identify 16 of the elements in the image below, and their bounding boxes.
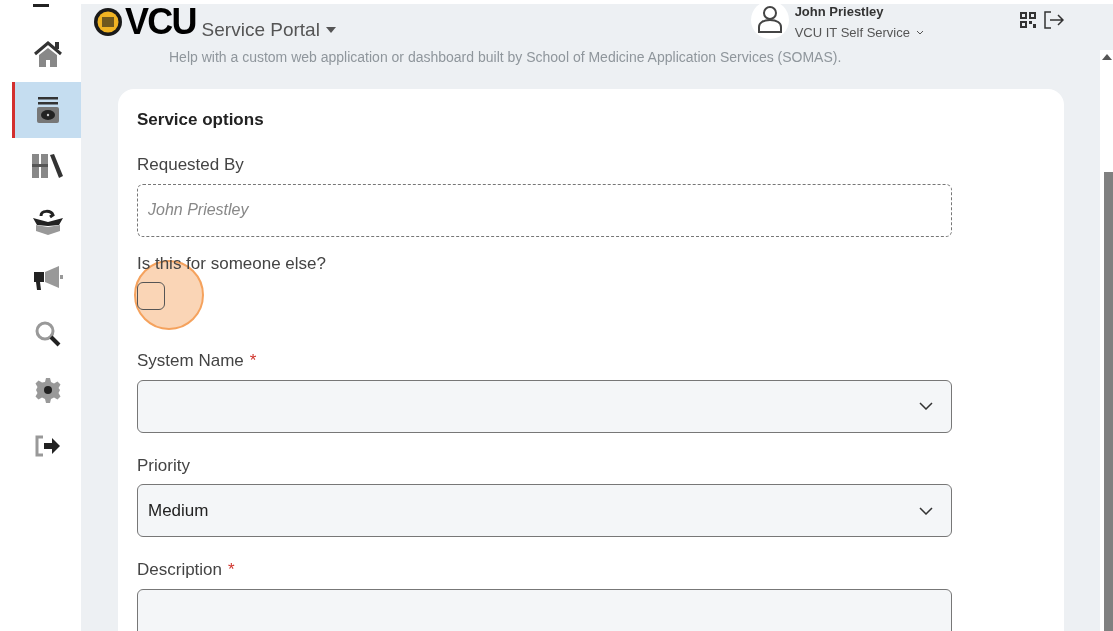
field-label: Priority (137, 454, 190, 477)
input-field[interactable]: John Priestley (137, 183, 952, 237)
intro-text: Help with a custom web application or dashboard built by School of Medicine Application Services (SOMAS). (169, 48, 843, 65)
org-menu[interactable]: VCU IT Self Service (794, 22, 924, 42)
field-label: Requested By (137, 154, 244, 176)
vcu-logo[interactable]: VCU (125, 4, 196, 41)
required-mark: * (249, 350, 257, 372)
service-portal-menu[interactable]: Service Portal (201, 16, 336, 45)
field-label: System Name (137, 350, 244, 372)
dropdown[interactable]: Medium (137, 484, 952, 537)
section-title: Service options (137, 108, 265, 131)
dropdown-value: Medium (148, 499, 209, 522)
field-label: Description (137, 559, 223, 581)
required-mark: * (228, 559, 235, 581)
user-name: John Priestley (794, 4, 885, 19)
field-label: Is this for someone else? (137, 252, 326, 275)
